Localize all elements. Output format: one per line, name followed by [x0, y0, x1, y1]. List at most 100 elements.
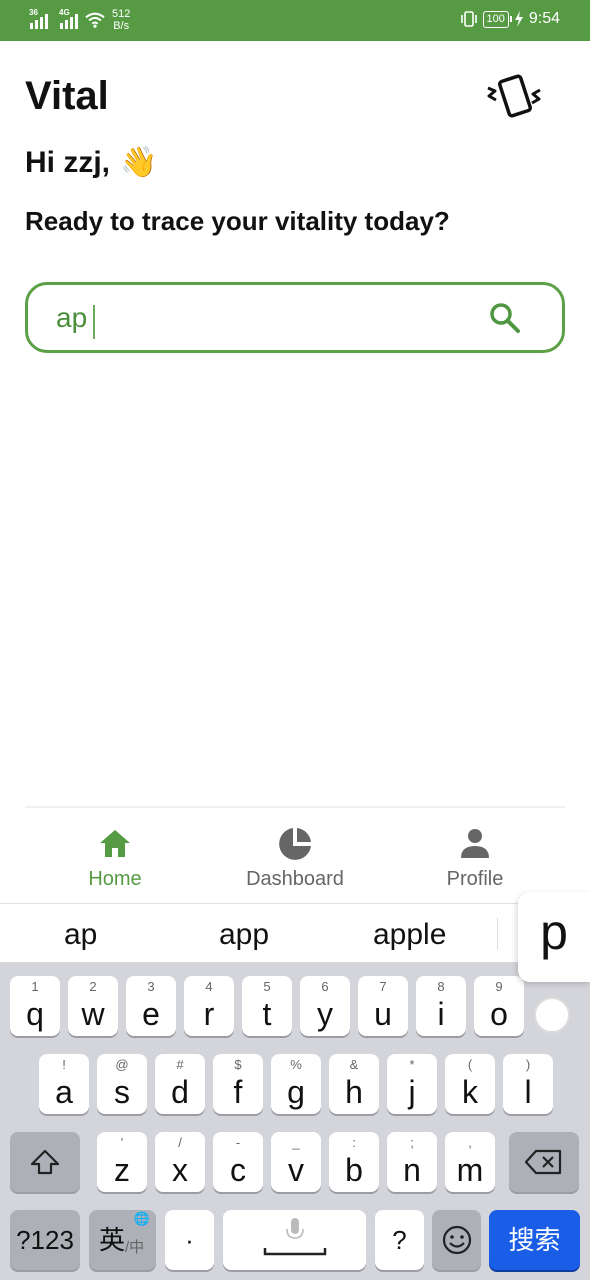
- greeting-row: Hi zzj, 👋: [25, 145, 157, 181]
- nav-item-home[interactable]: Home: [25, 826, 205, 891]
- key-z[interactable]: ' z: [97, 1132, 147, 1192]
- app-title: Vital: [25, 74, 109, 118]
- key-hint: %: [290, 1057, 302, 1072]
- phone-shake-icon[interactable]: [484, 72, 544, 120]
- search-submit-label: 搜索: [508, 1225, 561, 1255]
- search-submit-key[interactable]: 搜索: [489, 1210, 580, 1270]
- shift-key[interactable]: [10, 1132, 80, 1192]
- search-bar[interactable]: [25, 282, 565, 353]
- key-u[interactable]: 7u: [358, 976, 408, 1036]
- key-m[interactable]: ,m: [445, 1132, 495, 1192]
- key-hint: _: [292, 1135, 300, 1150]
- key-f[interactable]: $ f: [213, 1054, 263, 1114]
- key-j[interactable]: * j: [387, 1054, 437, 1114]
- microphone-icon: [263, 1218, 326, 1256]
- question-key[interactable]: ?: [375, 1210, 424, 1270]
- key-hint: 4: [205, 979, 213, 994]
- keyboard-suggestion-bar: ap app apple: [0, 903, 590, 962]
- key-n[interactable]: ; n: [387, 1132, 437, 1192]
- emoji-icon: [442, 1225, 471, 1255]
- backspace-icon: [524, 1149, 562, 1175]
- language-key-main: 英: [99, 1225, 126, 1255]
- wifi-icon: [85, 12, 105, 28]
- search-icon[interactable]: [488, 301, 522, 335]
- key-hint: 7: [379, 979, 387, 994]
- key-char: s: [114, 1074, 130, 1110]
- backspace-key[interactable]: [509, 1132, 579, 1192]
- key-hint: 3: [147, 979, 155, 994]
- home-icon: [100, 830, 130, 857]
- key-v[interactable]: _ v: [271, 1132, 321, 1192]
- emoji-key[interactable]: [432, 1210, 481, 1270]
- bottom-nav: Home Dashboard Profile: [0, 810, 590, 902]
- key-hint: :: [352, 1135, 356, 1150]
- key-c[interactable]: -c: [213, 1132, 263, 1192]
- key-e[interactable]: 3e: [126, 976, 176, 1036]
- text-cursor: [93, 305, 95, 339]
- key-x[interactable]: / x: [155, 1132, 205, 1192]
- nav-item-profile[interactable]: Profile: [385, 826, 565, 891]
- net-speed-value: 512: [112, 8, 131, 20]
- key-press-indicator: [534, 997, 570, 1033]
- key-hint: ': [120, 1135, 124, 1150]
- key-hint: 6: [321, 979, 329, 994]
- key-char: t: [262, 996, 272, 1032]
- search-input[interactable]: [56, 295, 476, 341]
- key-char: d: [171, 1074, 189, 1110]
- key-y[interactable]: 6y: [300, 976, 350, 1036]
- sim1-label: 36: [29, 8, 38, 17]
- key-hint: $: [234, 1057, 242, 1072]
- key-s[interactable]: @ s: [97, 1054, 147, 1114]
- numbers-key[interactable]: ?123: [10, 1210, 80, 1270]
- signal-icon-sim2: 4G: [59, 8, 78, 29]
- key-hint: 9: [495, 979, 503, 994]
- key-hint: 8: [437, 979, 445, 994]
- key-char: w: [81, 996, 105, 1032]
- nav-label-dashboard: Dashboard: [246, 868, 344, 890]
- greeting-text: Hi zzj,: [25, 146, 111, 179]
- key-g[interactable]: % g: [271, 1054, 321, 1114]
- key-hint: 5: [263, 979, 271, 994]
- key-w[interactable]: 2w: [68, 976, 118, 1036]
- key-t[interactable]: 5t: [242, 976, 292, 1036]
- dot-key-label: ·: [185, 1225, 194, 1255]
- vibrate-icon: [460, 11, 477, 27]
- key-char: m: [456, 1152, 484, 1188]
- suggestion-item[interactable]: apple: [373, 918, 446, 952]
- net-speed: 512 B/s: [112, 8, 130, 32]
- key-d[interactable]: # d: [155, 1054, 205, 1114]
- numbers-key-label: ?123: [16, 1225, 74, 1255]
- key-char: n: [403, 1152, 421, 1188]
- key-hint: ,: [468, 1135, 472, 1150]
- key-h[interactable]: & h: [329, 1054, 379, 1114]
- key-hint: (: [467, 1057, 473, 1072]
- key-char: l: [524, 1074, 532, 1110]
- battery-indicator: 100: [482, 10, 513, 28]
- key-press-popup: p: [518, 892, 590, 982]
- suggestion-item[interactable]: app: [219, 918, 269, 952]
- key-char: o: [490, 996, 508, 1032]
- key-o[interactable]: 9o: [474, 976, 524, 1036]
- space-key[interactable]: [223, 1210, 366, 1270]
- key-r[interactable]: 4r: [184, 976, 234, 1036]
- key-q[interactable]: 1q: [10, 976, 60, 1036]
- suggestion-item[interactable]: ap: [64, 918, 97, 952]
- suggestion-separator: [497, 918, 498, 950]
- key-i[interactable]: 8i: [416, 976, 466, 1036]
- key-l[interactable]: ) l: [503, 1054, 553, 1114]
- keyboard: 1q2w3e4r5t6y7u8i9o ! a @ s # d $ f% g & h * j(k) l ' z…: [0, 962, 590, 1280]
- signal-icon-sim1: 36: [29, 8, 48, 29]
- nav-item-dashboard[interactable]: Dashboard: [205, 826, 385, 891]
- dot-key[interactable]: ·: [165, 1210, 214, 1270]
- language-key[interactable]: 🌐 英 /中: [89, 1210, 156, 1270]
- key-k[interactable]: (k: [445, 1054, 495, 1114]
- key-hint: /: [178, 1135, 182, 1150]
- key-hint: !: [62, 1057, 66, 1072]
- key-hint: ): [525, 1057, 531, 1072]
- key-char: z: [114, 1152, 130, 1188]
- key-char: g: [287, 1074, 305, 1110]
- key-a[interactable]: ! a: [39, 1054, 89, 1114]
- key-hint: -: [235, 1135, 241, 1150]
- key-char: x: [172, 1152, 188, 1188]
- key-b[interactable]: :b: [329, 1132, 379, 1192]
